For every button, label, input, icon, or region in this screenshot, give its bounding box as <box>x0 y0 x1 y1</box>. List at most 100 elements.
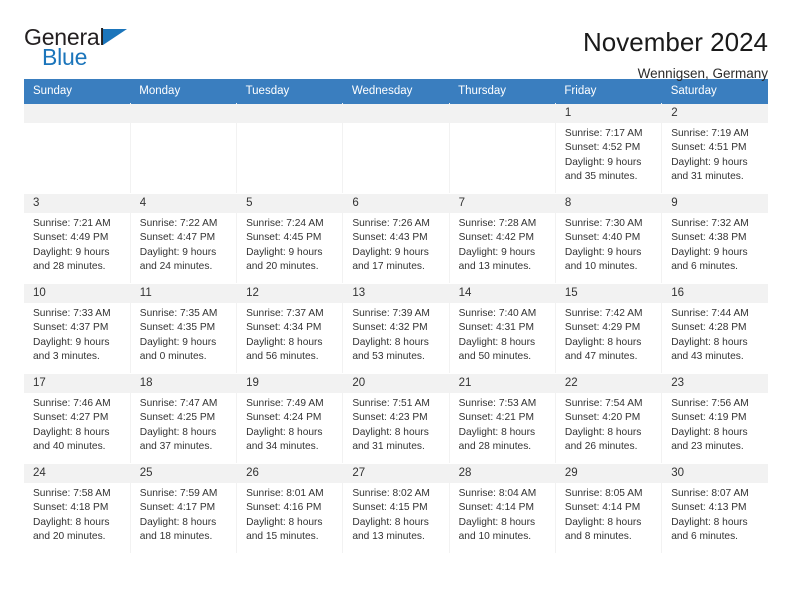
calendar-day-cell[interactable]: 11 Sunrise: 7:35 AM Sunset: 4:35 PM Dayligh… <box>130 283 238 374</box>
day-number: 7 <box>449 194 555 213</box>
day-detail-lines: Sunrise: 7:40 AM Sunset: 4:31 PM Daylight:… <box>450 303 555 365</box>
calendar-day-cell[interactable]: 28 Sunrise: 8:04 AM Sunset: 4:14 PM Dayligh… <box>449 463 556 554</box>
day-detail-lines: Sunrise: 7:44 AM Sunset: 4:28 PM Daylight:… <box>662 303 768 365</box>
calendar-week-row: 1 Sunrise: 7:17 AM Sunset: 4:52 PM Daylight… <box>24 103 768 194</box>
day-detail-line: Daylight: 9 hours <box>671 246 748 258</box>
calendar-day-cell[interactable]: 3 Sunrise: 7:21 AM Sunset: 4:49 PM Daylight… <box>24 193 131 284</box>
day-detail-line: Sunrise: 7:56 AM <box>671 398 749 409</box>
day-detail-line: Sunset: 4:52 PM <box>564 142 641 154</box>
calendar-day-cell[interactable]: 2 Sunrise: 7:19 AM Sunset: 4:51 PM Daylight… <box>661 103 768 194</box>
day-detail-line: Sunset: 4:24 PM <box>246 412 322 424</box>
page-header: General Blue November 2024 Wennigsen, Ge… <box>24 0 768 82</box>
day-detail-line: Sunset: 4:28 PM <box>671 322 747 334</box>
day-detail-lines: Sunrise: 8:02 AM Sunset: 4:15 PM Daylight:… <box>343 483 448 545</box>
calendar-day-cell[interactable]: 9 Sunrise: 7:32 AM Sunset: 4:38 PM Daylight… <box>661 193 768 284</box>
calendar-day-cell[interactable]: 21 Sunrise: 7:53 AM Sunset: 4:21 PM Dayligh… <box>449 373 556 464</box>
day-detail-line: Daylight: 8 hours <box>246 336 323 348</box>
page-title: November 2024 <box>583 27 768 57</box>
day-number: 12 <box>237 284 343 303</box>
calendar-day-cell[interactable]: 22 Sunrise: 7:54 AM Sunset: 4:20 PM Dayligh… <box>555 373 663 464</box>
day-detail-line: and 56 minutes. <box>246 351 319 363</box>
day-detail-lines: Sunrise: 8:05 AM Sunset: 4:14 PM Daylight:… <box>556 483 661 545</box>
calendar-day-cell[interactable]: 5 Sunrise: 7:24 AM Sunset: 4:45 PM Daylight… <box>236 193 344 284</box>
day-detail-line: Daylight: 9 hours <box>352 246 429 258</box>
calendar-day-cell[interactable]: 6 Sunrise: 7:26 AM Sunset: 4:43 PM Daylight… <box>342 193 450 284</box>
calendar-table: Sunday Monday Tuesday Wednesday Thursday… <box>24 79 768 554</box>
day-detail-lines: Sunrise: 7:51 AM Sunset: 4:23 PM Daylight:… <box>343 393 448 455</box>
day-detail-line: and 13 minutes. <box>352 531 425 543</box>
day-detail-line: Daylight: 9 hours <box>671 156 748 168</box>
day-detail-lines: Sunrise: 8:04 AM Sunset: 4:14 PM Daylight:… <box>450 483 555 545</box>
day-detail-line: Sunrise: 7:46 AM <box>33 398 111 409</box>
day-detail-lines: Sunrise: 7:35 AM Sunset: 4:35 PM Daylight:… <box>131 303 236 365</box>
calendar-day-cell[interactable]: 14 Sunrise: 7:40 AM Sunset: 4:31 PM Dayligh… <box>449 283 556 374</box>
day-number <box>24 104 130 123</box>
day-detail-line: Daylight: 8 hours <box>564 336 642 348</box>
day-number: 16 <box>662 284 768 303</box>
day-number: 28 <box>449 464 555 483</box>
day-number: 20 <box>343 374 449 393</box>
day-detail-line: Daylight: 8 hours <box>352 426 429 438</box>
calendar-day-cell[interactable]: 23 Sunrise: 7:56 AM Sunset: 4:19 PM Dayligh… <box>661 373 768 464</box>
calendar-day-cell[interactable]: 17 Sunrise: 7:46 AM Sunset: 4:27 PM Dayligh… <box>24 373 131 464</box>
day-detail-lines: Sunrise: 7:37 AM Sunset: 4:34 PM Daylight:… <box>237 303 342 365</box>
day-detail-line: Sunrise: 7:59 AM <box>139 488 218 499</box>
calendar-day-cell-empty <box>236 103 344 194</box>
calendar-day-cell[interactable]: 7 Sunrise: 7:28 AM Sunset: 4:42 PM Daylight… <box>449 193 556 284</box>
day-detail-line: and 28 minutes. <box>33 261 106 273</box>
calendar-day-cell[interactable]: 20 Sunrise: 7:51 AM Sunset: 4:23 PM Dayligh… <box>342 373 450 464</box>
day-detail-line: Sunrise: 7:39 AM <box>352 308 430 319</box>
day-detail-line: Sunset: 4:27 PM <box>33 412 109 424</box>
day-number: 2 <box>662 104 768 123</box>
day-detail-line: Sunset: 4:45 PM <box>246 232 322 244</box>
calendar-day-cell[interactable]: 27 Sunrise: 8:02 AM Sunset: 4:15 PM Dayligh… <box>342 463 450 554</box>
day-detail-line: Sunrise: 7:49 AM <box>246 398 324 409</box>
day-detail-line: Sunset: 4:16 PM <box>246 502 322 514</box>
day-detail-line: Sunrise: 7:32 AM <box>671 218 749 229</box>
calendar-day-cell[interactable]: 13 Sunrise: 7:39 AM Sunset: 4:32 PM Dayligh… <box>342 283 450 374</box>
calendar-day-cell[interactable]: 1 Sunrise: 7:17 AM Sunset: 4:52 PM Daylight… <box>555 103 663 194</box>
day-detail-line: and 34 minutes. <box>246 441 319 453</box>
day-number <box>343 104 449 123</box>
day-detail-lines: Sunrise: 7:22 AM Sunset: 4:47 PM Daylight:… <box>131 213 236 275</box>
day-detail-line: Sunrise: 7:30 AM <box>564 218 643 229</box>
calendar-day-cell[interactable]: 19 Sunrise: 7:49 AM Sunset: 4:24 PM Dayligh… <box>236 373 344 464</box>
day-detail-line: Sunrise: 7:21 AM <box>33 218 111 229</box>
calendar-day-cell[interactable]: 16 Sunrise: 7:44 AM Sunset: 4:28 PM Dayligh… <box>661 283 768 374</box>
day-number: 26 <box>237 464 343 483</box>
general-blue-logo[interactable]: General Blue <box>24 26 144 72</box>
day-detail-line: and 0 minutes. <box>139 351 207 363</box>
day-detail-line: Sunset: 4:47 PM <box>139 232 216 244</box>
day-number: 6 <box>343 194 449 213</box>
day-detail-line: and 35 minutes. <box>564 171 638 183</box>
logo-word-blue: Blue <box>42 44 88 70</box>
day-detail-line: Sunrise: 7:42 AM <box>564 308 643 319</box>
day-detail-line: Daylight: 8 hours <box>139 426 217 438</box>
calendar-day-cell[interactable]: 10 Sunrise: 7:33 AM Sunset: 4:37 PM Dayligh… <box>24 283 131 374</box>
day-number: 29 <box>555 464 662 483</box>
day-detail-line: Sunrise: 8:02 AM <box>352 488 430 499</box>
day-detail-line: Sunset: 4:21 PM <box>458 412 534 424</box>
day-detail-line: Sunrise: 7:40 AM <box>458 308 537 319</box>
day-detail-lines: Sunrise: 8:07 AM Sunset: 4:13 PM Daylight:… <box>662 483 768 545</box>
day-detail-line: Daylight: 9 hours <box>564 156 642 168</box>
day-number: 14 <box>449 284 555 303</box>
calendar-day-cell[interactable]: 25 Sunrise: 7:59 AM Sunset: 4:17 PM Dayligh… <box>130 463 238 554</box>
calendar-day-cell[interactable]: 12 Sunrise: 7:37 AM Sunset: 4:34 PM Dayligh… <box>236 283 344 374</box>
calendar-day-cell[interactable]: 15 Sunrise: 7:42 AM Sunset: 4:29 PM Dayligh… <box>555 283 663 374</box>
weekday-header-thursday: Thursday <box>449 79 556 104</box>
day-detail-line: and 10 minutes. <box>458 531 532 543</box>
day-detail-lines: Sunrise: 7:21 AM Sunset: 4:49 PM Daylight:… <box>24 213 130 275</box>
calendar-day-cell[interactable]: 18 Sunrise: 7:47 AM Sunset: 4:25 PM Dayligh… <box>130 373 238 464</box>
calendar-day-cell[interactable]: 26 Sunrise: 8:01 AM Sunset: 4:16 PM Dayligh… <box>236 463 344 554</box>
day-detail-line: and 24 minutes. <box>139 261 213 273</box>
calendar-day-cell[interactable]: 8 Sunrise: 7:30 AM Sunset: 4:40 PM Daylight… <box>555 193 663 284</box>
calendar-day-cell[interactable]: 24 Sunrise: 7:58 AM Sunset: 4:18 PM Dayligh… <box>24 463 131 554</box>
calendar-day-cell[interactable]: 4 Sunrise: 7:22 AM Sunset: 4:47 PM Daylight… <box>130 193 238 284</box>
day-detail-line: Daylight: 8 hours <box>458 426 536 438</box>
day-detail-line: Daylight: 8 hours <box>564 516 642 528</box>
day-detail-line: Sunrise: 7:58 AM <box>33 488 111 499</box>
calendar-day-cell[interactable]: 30 Sunrise: 8:07 AM Sunset: 4:13 PM Dayligh… <box>661 463 768 554</box>
calendar-day-cell[interactable]: 29 Sunrise: 8:05 AM Sunset: 4:14 PM Dayligh… <box>555 463 663 554</box>
day-number <box>237 104 343 123</box>
